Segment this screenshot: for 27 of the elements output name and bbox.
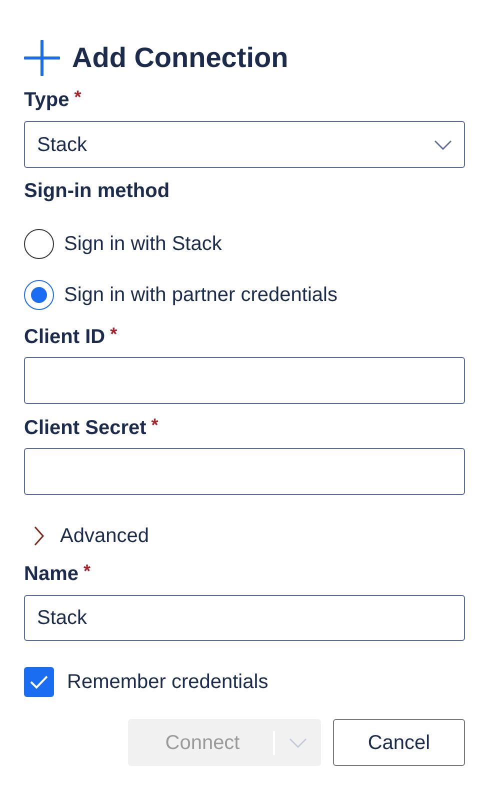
field-label: Client Secret xyxy=(24,418,146,438)
checkbox[interactable] xyxy=(24,667,54,697)
client-secret-field[interactable] xyxy=(24,448,465,495)
group-label: Sign-in method xyxy=(24,181,170,201)
field-label: Client ID xyxy=(24,327,106,347)
radio-button[interactable] xyxy=(24,280,54,310)
checkbox-label[interactable]: Remember credentials xyxy=(67,672,268,692)
radio-label[interactable]: Sign in with partner credentials xyxy=(64,285,338,305)
plus-icon xyxy=(24,40,60,76)
type-dropdown[interactable]: Stack xyxy=(24,121,465,168)
required-mark: * xyxy=(83,562,90,580)
field-label: Name xyxy=(24,564,78,584)
field-label: Type xyxy=(24,90,70,110)
chevron-down-icon xyxy=(289,738,307,748)
advanced-toggle[interactable]: Advanced xyxy=(34,523,465,549)
cancel-button[interactable]: Cancel xyxy=(333,719,465,766)
required-mark: * xyxy=(74,88,82,106)
name-field[interactable]: Stack xyxy=(24,595,465,641)
client-id-field[interactable] xyxy=(24,357,465,404)
chevron-down-icon xyxy=(434,140,452,150)
dialog-title: Add Connection xyxy=(72,44,288,72)
radio-button[interactable] xyxy=(24,229,54,259)
checkmark-icon xyxy=(30,675,48,689)
required-mark: * xyxy=(110,325,118,343)
chevron-right-icon xyxy=(34,526,44,546)
required-mark: * xyxy=(151,416,158,434)
radio-label[interactable]: Sign in with Stack xyxy=(64,234,222,254)
